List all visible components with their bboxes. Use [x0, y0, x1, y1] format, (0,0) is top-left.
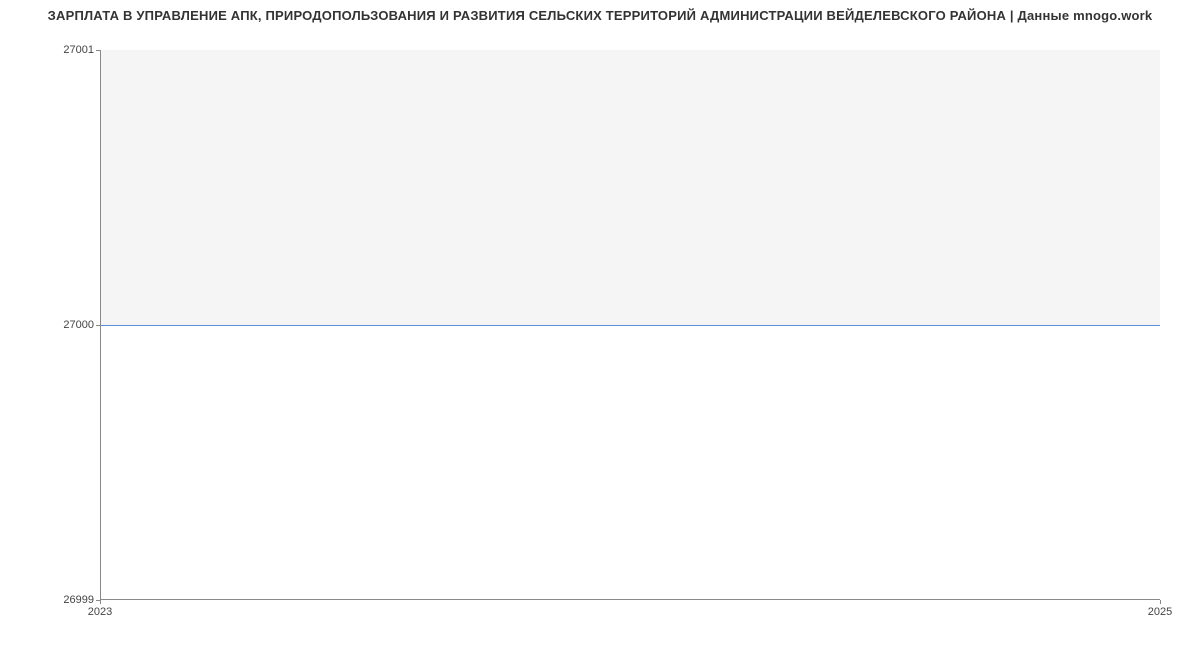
y-tick-top: 27001: [4, 44, 94, 56]
salary-line: [101, 325, 1160, 326]
plot-area: [100, 50, 1160, 600]
x-tick-mark: [1160, 600, 1161, 604]
x-tick-right: 2025: [1148, 606, 1172, 618]
area-fill-below-line: [101, 325, 1160, 600]
salary-chart: ЗАРПЛАТА В УПРАВЛЕНИЕ АПК, ПРИРОДОПОЛЬЗО…: [0, 0, 1200, 650]
x-tick-left: 2023: [88, 606, 112, 618]
y-tick-mid: 27000: [4, 319, 94, 331]
x-tick-mark: [100, 600, 101, 604]
chart-title: ЗАРПЛАТА В УПРАВЛЕНИЕ АПК, ПРИРОДОПОЛЬЗО…: [0, 8, 1200, 23]
y-tick-bottom: 26999: [4, 594, 94, 606]
